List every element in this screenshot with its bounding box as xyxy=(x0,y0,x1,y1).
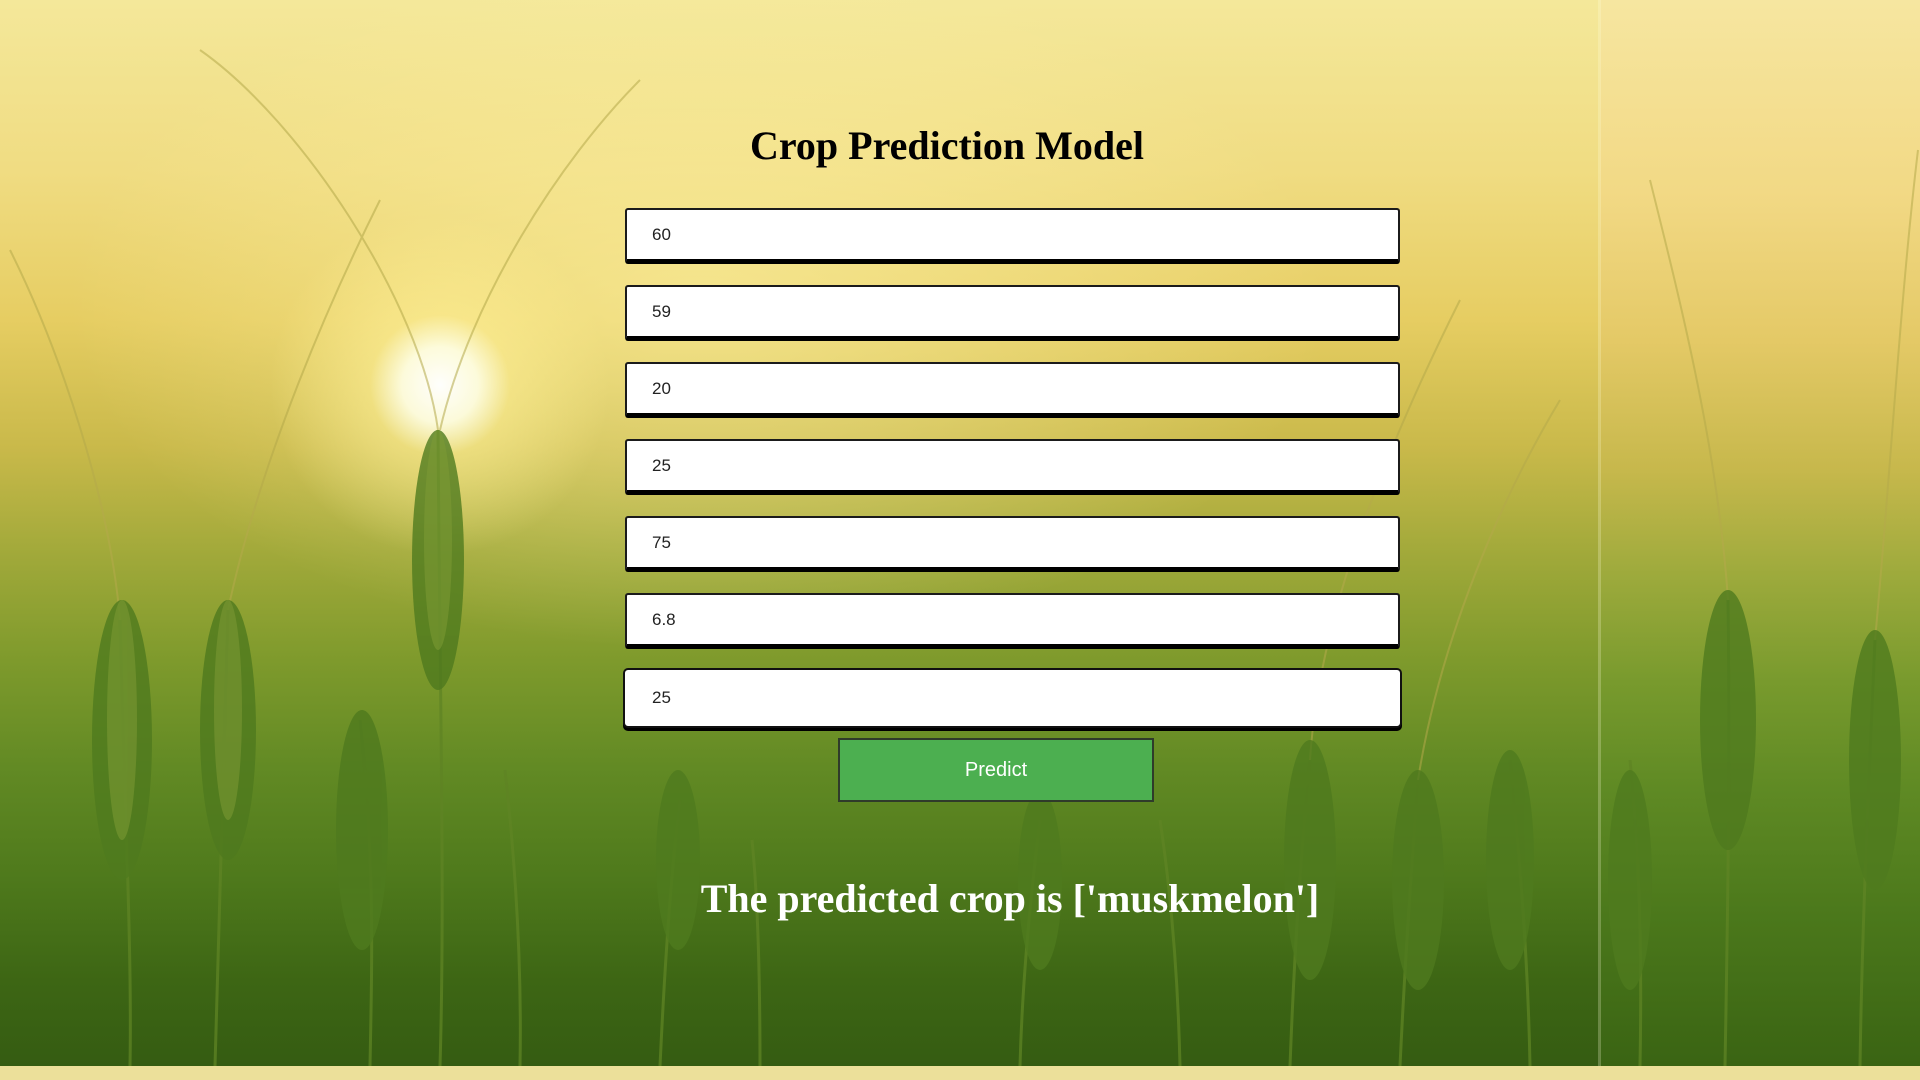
input-field-1[interactable] xyxy=(625,208,1400,264)
input-field-5[interactable] xyxy=(625,516,1400,572)
input-field-2[interactable] xyxy=(625,285,1400,341)
page-title: Crop Prediction Model xyxy=(749,123,1145,168)
predict-button[interactable]: Predict xyxy=(838,738,1154,802)
prediction-form xyxy=(625,208,1400,747)
input-field-6[interactable] xyxy=(625,593,1400,649)
page-bottom-strip xyxy=(0,1066,1920,1080)
input-field-7[interactable] xyxy=(625,670,1400,726)
input-field-3[interactable] xyxy=(625,362,1400,418)
input-field-4[interactable] xyxy=(625,439,1400,495)
prediction-result: The predicted crop is ['muskmelon'] xyxy=(700,876,1320,921)
